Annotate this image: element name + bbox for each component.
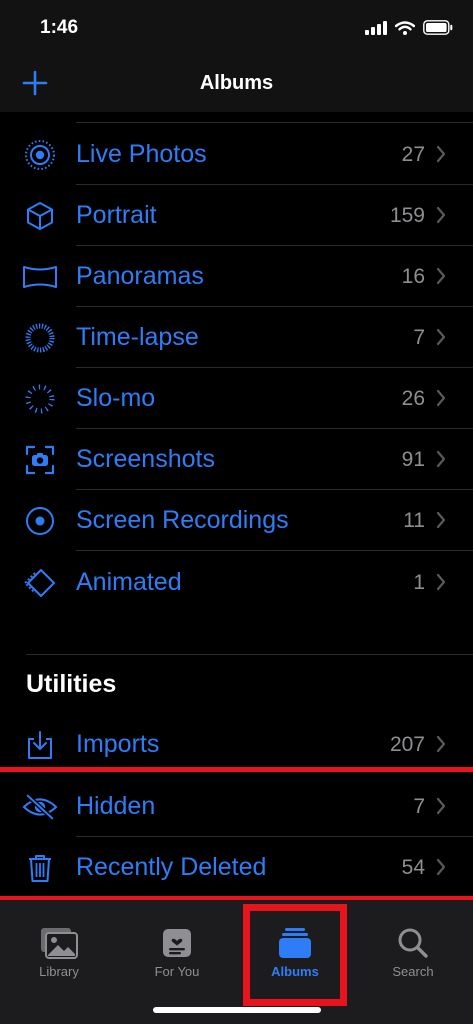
- row-separator: [76, 550, 473, 551]
- import-icon: [22, 728, 58, 762]
- album-row-screenshots[interactable]: Screenshots 91: [0, 429, 473, 490]
- album-count: 54: [401, 856, 425, 879]
- album-row-slo-mo[interactable]: Slo-mo 26: [0, 368, 473, 429]
- chevron-right-icon: [436, 328, 446, 346]
- screenshot-icon: [22, 443, 58, 477]
- chevron-right-icon: [436, 389, 446, 407]
- tab-label: Search: [392, 964, 434, 979]
- album-label: Live Photos: [76, 140, 207, 168]
- album-label: Time-lapse: [76, 323, 199, 351]
- album-row-time-lapse[interactable]: Time-lapse 7: [0, 307, 473, 368]
- album-count: 91: [401, 448, 425, 471]
- chevron-right-icon: [436, 735, 446, 753]
- album-label: Screen Recordings: [76, 506, 289, 534]
- album-label: Panoramas: [76, 262, 204, 290]
- album-count: 11: [403, 509, 425, 532]
- home-indicator[interactable]: [153, 1007, 321, 1013]
- album-count: 26: [401, 387, 425, 410]
- album-row-screen-recordings[interactable]: Screen Recordings 11: [0, 490, 473, 551]
- panorama-icon: [22, 260, 58, 294]
- tab-search[interactable]: Search: [354, 900, 472, 1000]
- album-row-portrait[interactable]: Portrait 159: [0, 185, 473, 246]
- album-label: Recently Deleted: [76, 853, 267, 881]
- eye-slash-icon: [22, 790, 58, 824]
- album-row-animated[interactable]: Animated 1: [0, 552, 473, 613]
- wifi-icon: [395, 20, 415, 35]
- album-count: 16: [401, 265, 425, 288]
- trash-icon: [22, 851, 58, 885]
- tab-label: Library: [39, 964, 79, 979]
- cube-icon: [22, 199, 58, 233]
- tab-library[interactable]: Library: [0, 900, 118, 1000]
- album-count: 159: [389, 204, 425, 227]
- live-photo-icon: [22, 138, 58, 172]
- tab-bar: Library For You Albums Search: [0, 900, 473, 1024]
- battery-icon: [423, 20, 453, 35]
- section-divider: [26, 654, 473, 655]
- cellular-signal-icon: [365, 20, 387, 35]
- status-bar: 1:46: [0, 0, 473, 56]
- album-row-panoramas[interactable]: Panoramas 16: [0, 246, 473, 307]
- divider: [76, 122, 473, 123]
- album-row-imports[interactable]: Imports 207: [0, 714, 473, 775]
- page-title: Albums: [199, 72, 274, 94]
- section-title-utilities: Utilities: [26, 670, 117, 698]
- album-row-recently-deleted[interactable]: Recently Deleted 54: [0, 837, 473, 898]
- timelapse-icon: [22, 321, 58, 355]
- album-count: 1: [413, 571, 425, 594]
- album-count: 27: [401, 143, 425, 166]
- active-tab-highlight: [243, 904, 347, 1006]
- album-row-hidden[interactable]: Hidden 7: [0, 776, 473, 837]
- album-label: Animated: [76, 568, 182, 596]
- album-row-live-photos[interactable]: Live Photos 27: [0, 124, 473, 185]
- highlight-line-top: [0, 767, 473, 772]
- photos-icon: [39, 926, 79, 960]
- album-count: 7: [413, 326, 425, 349]
- for-you-icon: [157, 926, 197, 960]
- album-label: Imports: [76, 730, 160, 758]
- chevron-right-icon: [436, 573, 446, 591]
- album-count: 207: [389, 733, 425, 756]
- album-label: Hidden: [76, 792, 156, 820]
- chevron-right-icon: [436, 858, 446, 876]
- tab-for-you[interactable]: For You: [118, 900, 236, 1000]
- navigation-bar: Albums: [0, 56, 473, 112]
- chevron-right-icon: [436, 145, 446, 163]
- chevron-right-icon: [436, 267, 446, 285]
- tab-label: For You: [154, 964, 200, 979]
- chevron-right-icon: [436, 206, 446, 224]
- slomo-icon: [22, 382, 58, 416]
- status-icons: [365, 20, 453, 35]
- animated-icon: [22, 566, 58, 600]
- album-count: 7: [413, 795, 425, 818]
- status-time: 1:46: [40, 17, 79, 38]
- search-icon: [393, 926, 433, 960]
- album-label: Slo-mo: [76, 384, 156, 412]
- album-label: Portrait: [76, 201, 157, 229]
- record-icon: [22, 504, 58, 538]
- chevron-right-icon: [436, 450, 446, 468]
- chevron-right-icon: [436, 797, 446, 815]
- album-label: Screenshots: [76, 445, 215, 473]
- chevron-right-icon: [436, 511, 446, 529]
